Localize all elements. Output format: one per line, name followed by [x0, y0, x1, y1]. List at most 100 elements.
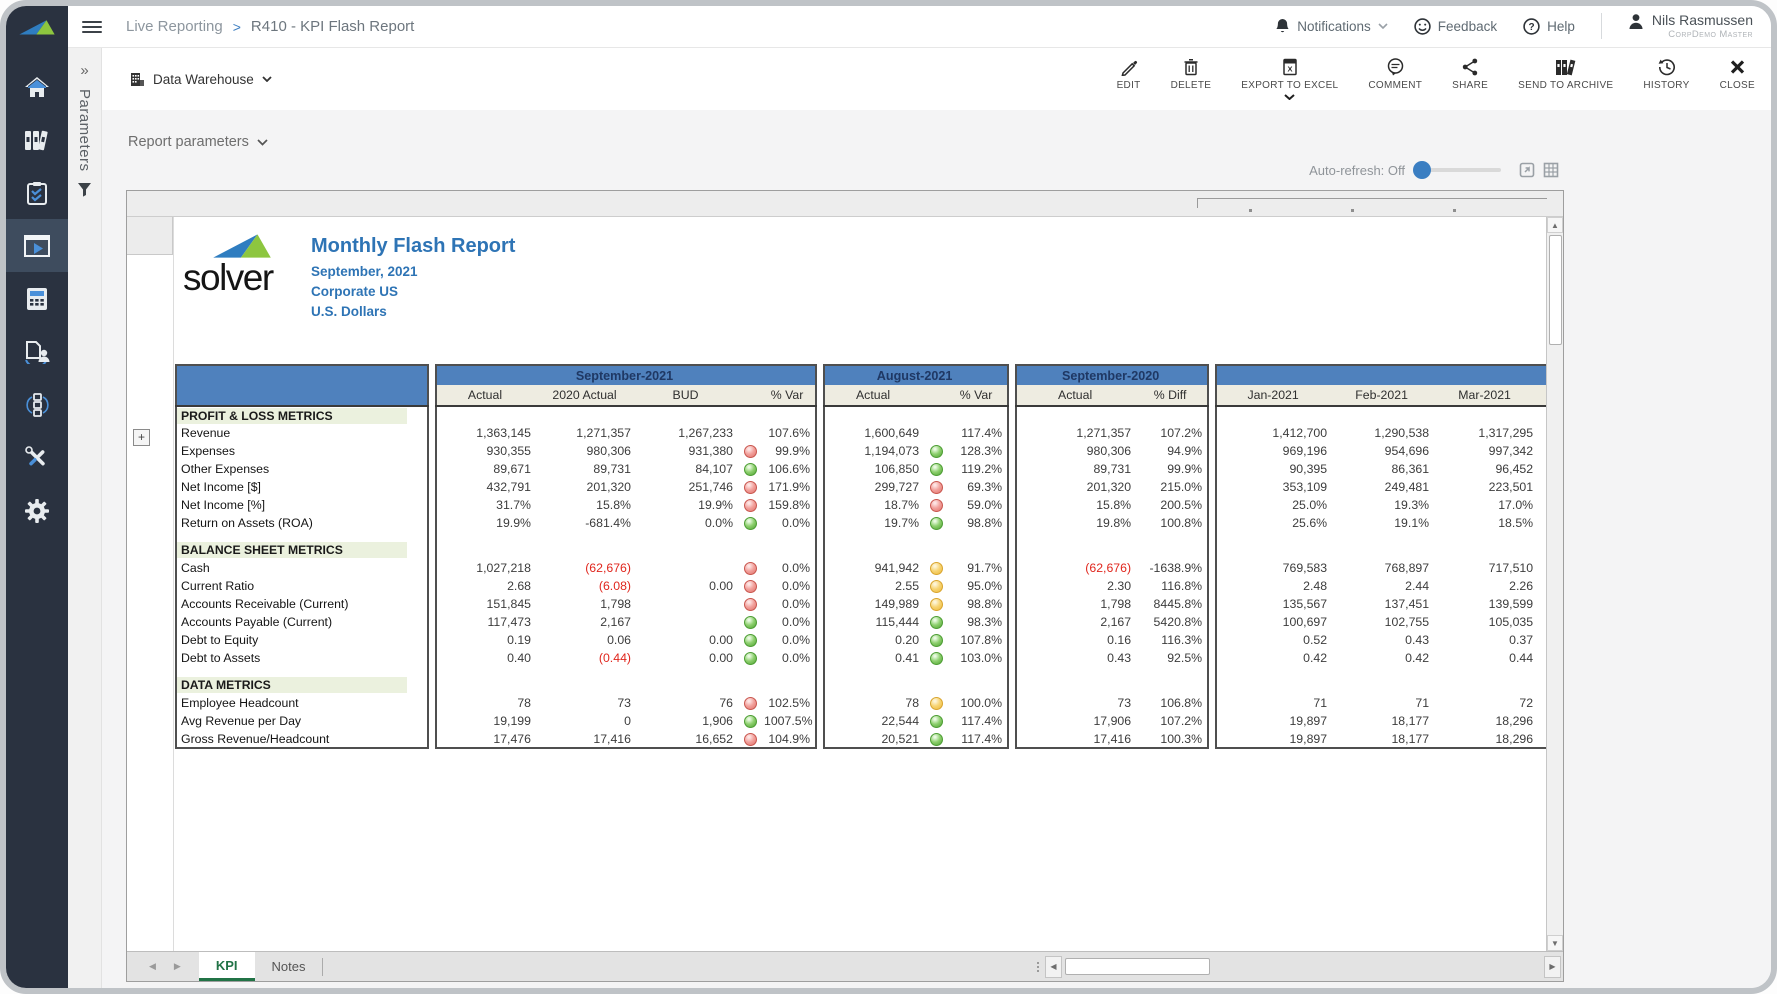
value-cell: 769,583 — [1216, 559, 1332, 577]
status-indicator-cell — [738, 595, 762, 613]
value-cell: 92.5% — [1136, 649, 1208, 667]
breadcrumb-separator: > — [233, 19, 241, 35]
sheet-tab-notes[interactable]: Notes — [255, 952, 323, 981]
sidebar-item-budgeting[interactable] — [6, 272, 68, 325]
solver-logo[interactable] — [6, 6, 68, 48]
column-group-marker[interactable] — [1453, 209, 1456, 212]
row-group-expand-button[interactable]: + — [133, 429, 150, 446]
yellow-status-icon — [930, 697, 943, 710]
value-cell: 201,320 — [1016, 478, 1136, 496]
menu-icon[interactable] — [82, 21, 102, 33]
value-cell: 106,850 — [824, 460, 924, 478]
parameters-rail: » Parameters — [68, 48, 102, 988]
vertical-scrollbar[interactable]: ▲ ▼ — [1546, 217, 1563, 951]
value-cell: 1007.5% — [762, 712, 816, 730]
value-cell: 17,476 — [436, 730, 536, 748]
sidebar-item-collaboration[interactable] — [6, 325, 68, 378]
tab-scroll-left-icon[interactable]: ◀ — [149, 961, 156, 972]
spacer-row — [436, 667, 816, 676]
value-cell: 2.48 — [1216, 577, 1332, 595]
metric-label: Employee Headcount — [176, 694, 428, 712]
sidebar-item-home[interactable] — [6, 60, 68, 113]
value-cell: 19.9% — [436, 514, 536, 532]
report-parameters-toggle[interactable]: Report parameters — [128, 134, 268, 150]
value-cell — [636, 613, 738, 631]
help-button[interactable]: ? Help — [1523, 18, 1575, 35]
user-menu[interactable]: Nils Rasmussen CorpDemo Master — [1628, 13, 1753, 39]
table-row: 117,4732,1670.0% — [436, 613, 816, 631]
section-row — [824, 541, 1008, 559]
grid-icon[interactable] — [1543, 162, 1559, 178]
vertical-scrollbar-thumb[interactable] — [1549, 235, 1562, 345]
horizontal-scrollbar[interactable]: ◀ ▶ — [1043, 952, 1563, 981]
comment-button[interactable]: COMMENT — [1368, 58, 1422, 91]
value-cell: 89,731 — [536, 460, 636, 478]
datasource-selector[interactable]: Data Warehouse — [130, 72, 272, 87]
filter-icon[interactable] — [77, 182, 92, 197]
column-header — [924, 385, 948, 406]
autorefresh-slider-thumb[interactable] — [1413, 161, 1431, 179]
value-cell — [1538, 460, 1546, 478]
spreadsheet-viewer: + solver — [126, 190, 1564, 982]
spacer-row — [1016, 667, 1208, 676]
scroll-up-icon[interactable]: ▲ — [1547, 217, 1563, 233]
value-cell: 98.8% — [948, 595, 1008, 613]
sheet-content: + solver — [127, 217, 1546, 951]
notifications-button[interactable]: Notifications — [1275, 18, 1388, 34]
column-header — [738, 385, 762, 406]
scrollbar-splitter-handle[interactable] — [1033, 952, 1043, 981]
red-status-icon — [744, 499, 757, 512]
value-cell: 8445.8% — [1136, 595, 1208, 613]
value-cell: 717,510 — [1434, 559, 1538, 577]
live-reporting-icon — [24, 235, 50, 257]
section-row: DATA METRICS — [176, 676, 428, 694]
scroll-down-icon[interactable]: ▼ — [1547, 935, 1563, 951]
green-status-icon — [744, 652, 757, 665]
horizontal-scrollbar-thumb[interactable] — [1065, 958, 1210, 975]
value-cell: 19,199 — [436, 712, 536, 730]
parameters-expand-icon[interactable]: » — [80, 62, 88, 79]
send-to-archive-button[interactable]: SEND TO ARCHIVE — [1518, 58, 1613, 91]
tab-scroll-right-icon[interactable]: ▶ — [174, 961, 181, 972]
value-cell: 17.0% — [1434, 496, 1538, 514]
value-cell: 0.0% — [762, 577, 816, 595]
table-row: Cash — [176, 559, 428, 577]
history-button[interactable]: HISTORY — [1643, 58, 1689, 91]
status-indicator-cell — [924, 577, 948, 595]
feedback-button[interactable]: Feedback — [1414, 18, 1497, 35]
share-button[interactable]: SHARE — [1452, 58, 1488, 91]
sidebar-item-assignments[interactable] — [6, 166, 68, 219]
table-row: 19,19901,9061007.5% — [436, 712, 816, 730]
parameters-rail-label[interactable]: Parameters — [76, 89, 93, 172]
status-indicator-cell — [738, 730, 762, 748]
breadcrumb-live-reporting[interactable]: Live Reporting — [126, 18, 223, 35]
sidebar-item-settings[interactable] — [6, 484, 68, 537]
scroll-left-icon[interactable]: ◀ — [1045, 956, 1062, 978]
value-cell: 17,906 — [1016, 712, 1136, 730]
value-cell: 71 — [1332, 694, 1434, 712]
scroll-right-icon[interactable]: ▶ — [1544, 956, 1561, 978]
sidebar-item-process[interactable] — [6, 378, 68, 431]
sidebar-item-live-reporting[interactable] — [6, 219, 68, 272]
resize-icon[interactable] — [1519, 162, 1535, 178]
column-group-marker[interactable] — [1249, 209, 1252, 212]
autorefresh-slider[interactable] — [1415, 168, 1501, 172]
spacer-row — [176, 532, 428, 541]
delete-button[interactable]: EXPORT TO EXCEL DELETE — [1171, 58, 1212, 91]
sidebar-item-archives[interactable] — [6, 113, 68, 166]
sidebar-item-administration[interactable] — [6, 431, 68, 484]
value-cell — [636, 559, 738, 577]
table-row: 115,44498.3% — [824, 613, 1008, 631]
report-block-sep21: September-2021Actual2020 ActualBUD% Var1… — [435, 364, 817, 749]
export-to-excel-button[interactable]: X EXPORT TO EXCEL — [1241, 58, 1338, 100]
column-group-marker[interactable] — [1351, 209, 1354, 212]
value-cell: 249,481 — [1332, 478, 1434, 496]
value-cell: -1638.9% — [1136, 559, 1208, 577]
table-row: 17,416100.3% — [1016, 730, 1208, 748]
close-button[interactable]: CLOSE — [1720, 58, 1755, 91]
edit-button[interactable]: EDIT — [1117, 58, 1141, 91]
report-table: PROFIT & LOSS METRICSRevenueExpensesOthe… — [175, 364, 1546, 749]
value-cell: 2.68 — [436, 577, 536, 595]
sheet-tab-kpi[interactable]: KPI — [199, 952, 255, 981]
horizontal-scrollbar-track[interactable] — [1062, 956, 1544, 978]
